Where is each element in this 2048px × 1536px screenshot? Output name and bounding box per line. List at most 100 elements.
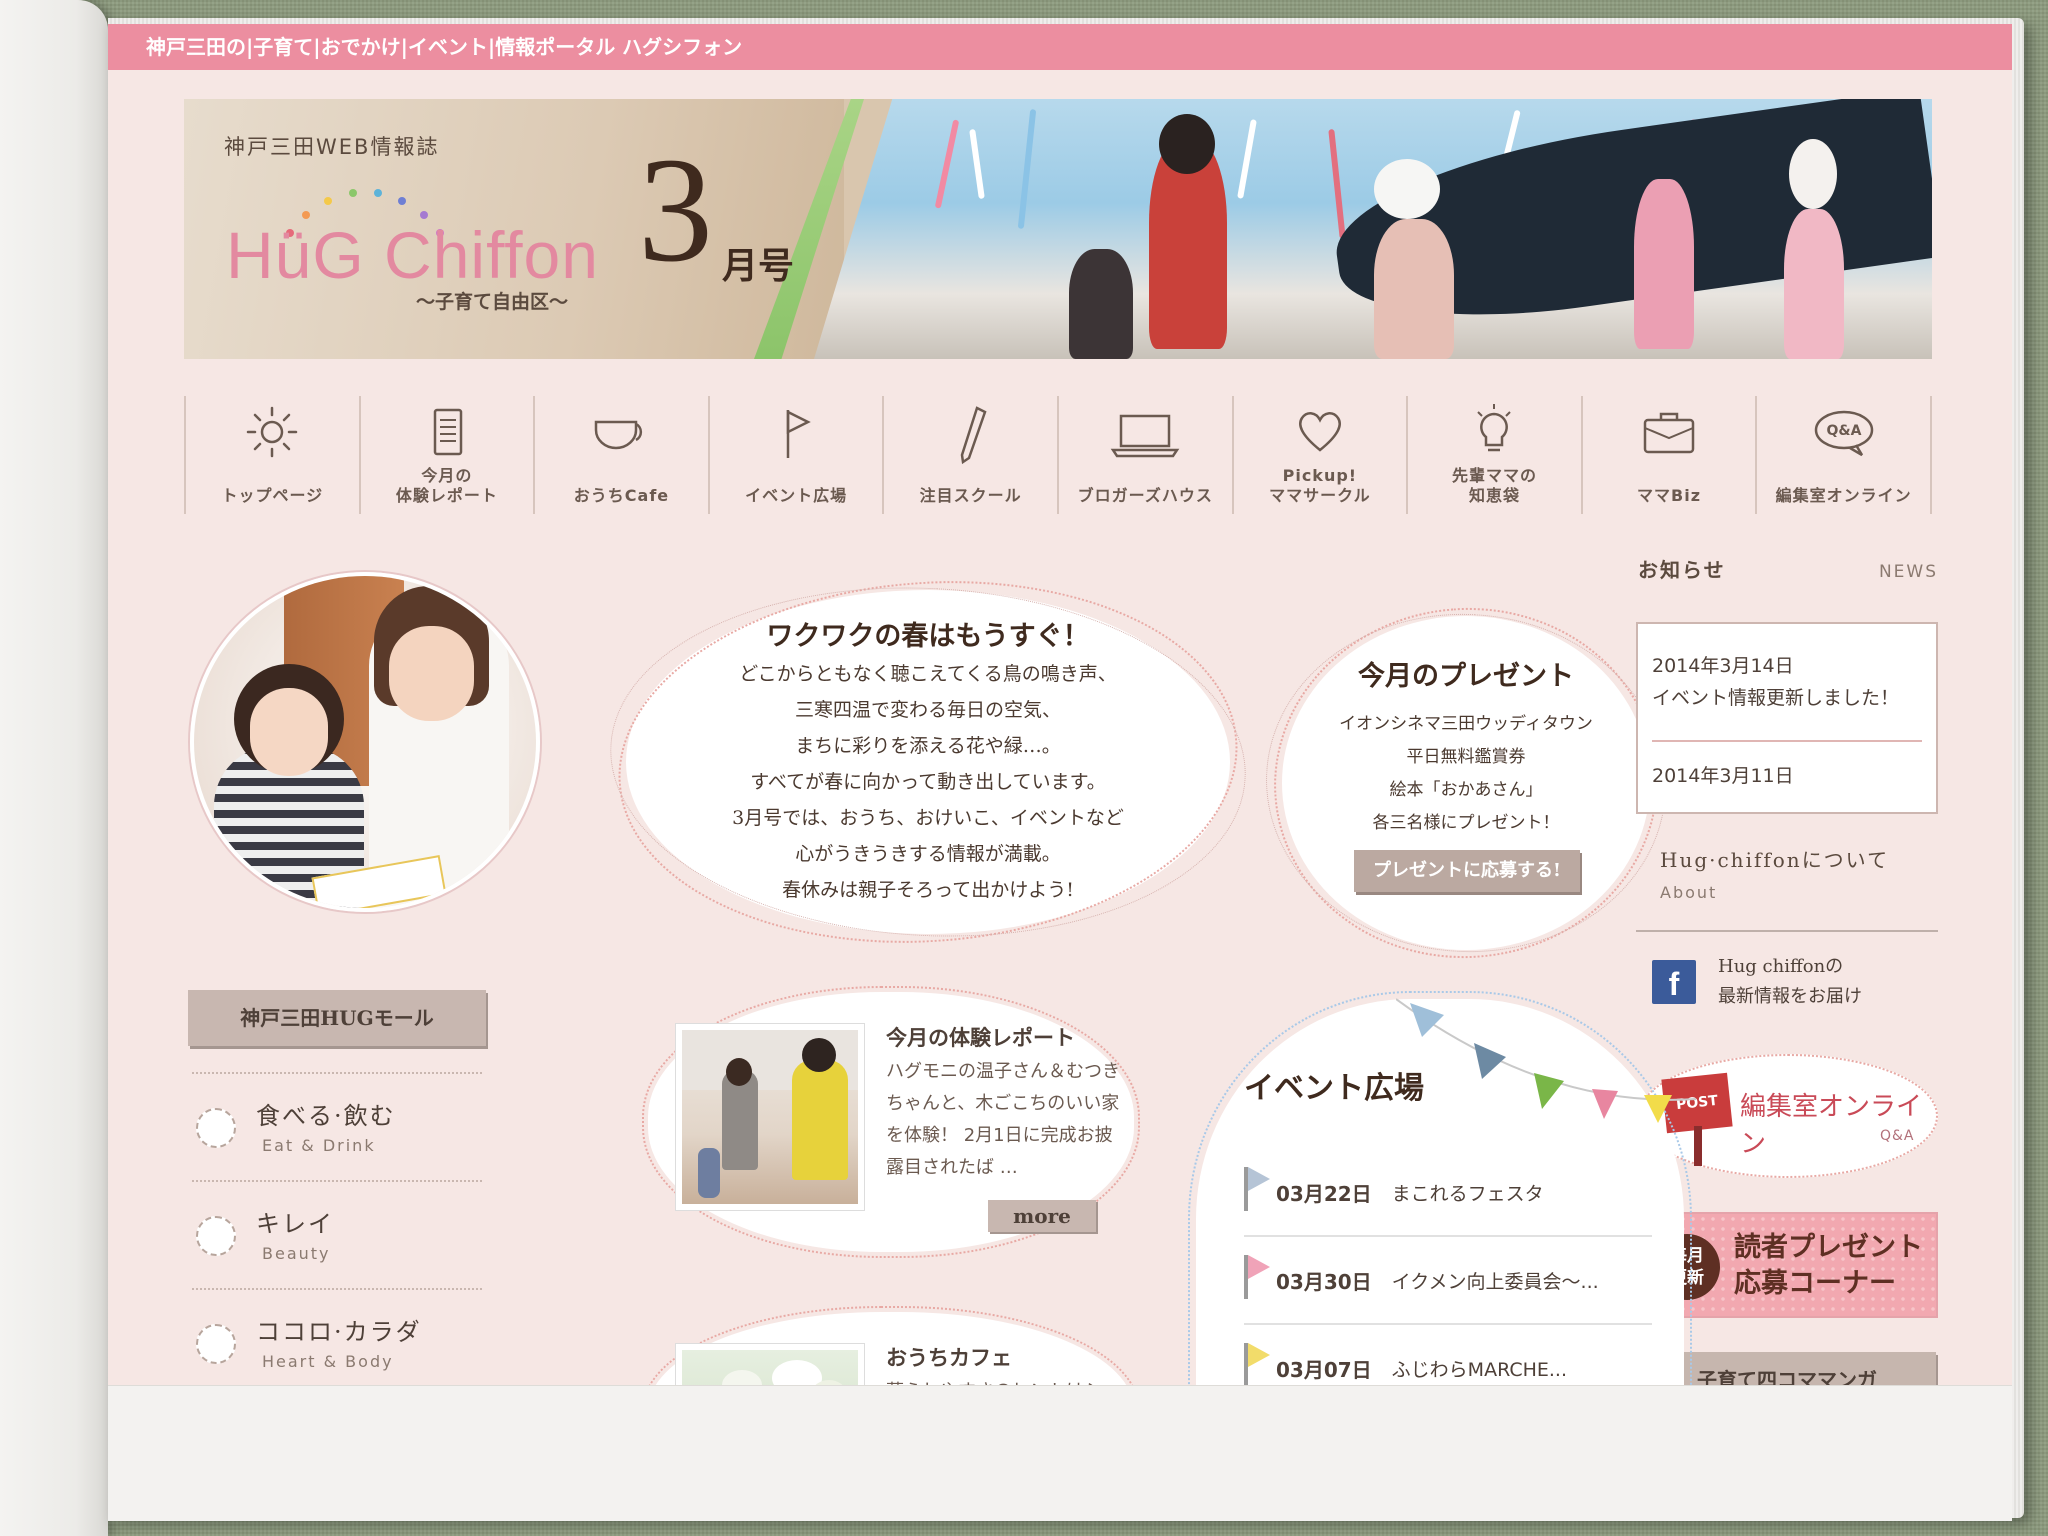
event-name[interactable]: ふじわらMARCHE... xyxy=(1392,1355,1567,1382)
nav-item-cafe[interactable]: おうちCafe xyxy=(533,396,708,514)
flag-icon xyxy=(786,409,811,458)
hero-title: ワクワクの春はもうすぐ！ xyxy=(766,621,1090,652)
event-item[interactable]: 03月07日 ふじわらMARCHE... xyxy=(1244,1325,1652,1385)
online-title: 編集室オンライン xyxy=(1740,1092,1923,1159)
present-title: 今月のプレゼント xyxy=(1358,661,1574,692)
mall-item-sublabel: Heart & Body xyxy=(262,1352,394,1371)
mall-item-label: 食べる·飲む xyxy=(256,1102,396,1130)
cafe-thumbnail[interactable] xyxy=(676,1344,864,1385)
news-date: 2014年3月11日 xyxy=(1652,765,1794,787)
briefcase-icon xyxy=(1643,412,1695,454)
mall-item-label: ココロ·カラダ xyxy=(256,1318,422,1346)
event-name[interactable]: まこれるフェスタ xyxy=(1392,1179,1544,1206)
bunting-icon xyxy=(1396,998,1696,1123)
hero-message: ワクワクの春はもうすぐ！ どこからともなく聴こえてくる鳥の鳴き声、 三寒四温で変… xyxy=(628,592,1228,932)
nav-item-circle[interactable]: Pickup! ママサークル xyxy=(1231,396,1407,514)
facebook-text: Hug chiffonの 最新情報をお届け xyxy=(1718,956,1862,1007)
event-name[interactable]: イクメン向上委員会〜... xyxy=(1392,1267,1599,1294)
nav-label: 編集室オンライン xyxy=(1775,486,1912,505)
nav-label: トップページ xyxy=(221,486,324,505)
report-excerpt: ハグモニの温子さん＆むつきちゃんと、木ごこちのいい家を体験！ 2月1日に完成お披… xyxy=(886,1061,1120,1178)
mall-header[interactable]: 神戸三田HUGモール xyxy=(188,990,486,1046)
report-thumbnail[interactable] xyxy=(676,1024,864,1210)
about-subtitle: About xyxy=(1660,883,1718,902)
laptop-icon xyxy=(1110,414,1180,458)
present-panel: 今月のプレゼント イオンシネマ三田ウッディタウン 平日無料鑑賞券 絵本「おかあさ… xyxy=(1284,618,1648,948)
web-page: 神戸三田の|子育て|おでかけ|イベント|情報ポータル ハグシフォン 神戸三田WE… xyxy=(108,24,2012,1385)
nav-label: ブロガーズハウス xyxy=(1077,486,1213,505)
nav-item-online[interactable]: Q&A 編集室オンライン xyxy=(1755,396,1932,514)
header-banner[interactable]: 神戸三田WEB情報誌 HüG Chiffon 〜子育て自由区〜 3 月号 xyxy=(184,99,1932,359)
news-header: お知らせ NEWS xyxy=(1638,554,1938,583)
event-flag-icon xyxy=(1244,1343,1270,1385)
event-item[interactable]: 03月22日 まこれるフェスタ xyxy=(1244,1149,1652,1237)
mall-item-eat[interactable]: 食べる·飲む Eat & Drink xyxy=(192,1072,482,1180)
reader-present-text: 読者プレゼント 応募コーナー xyxy=(1734,1232,1923,1299)
events-title[interactable]: イベント広場 xyxy=(1244,1063,1424,1107)
mall-item-heart[interactable]: ココロ·カラダ Heart & Body xyxy=(192,1288,482,1385)
event-date: 03月22日 xyxy=(1276,1181,1372,1206)
nav-item-mamabiz[interactable]: ママBiz xyxy=(1580,396,1756,514)
svg-text:Q&A: Q&A xyxy=(1826,423,1861,439)
news-title: お知らせ xyxy=(1638,558,1726,582)
cafe-title[interactable]: おうちカフェ xyxy=(886,1342,1012,1372)
event-flag-icon xyxy=(1244,1167,1270,1211)
nav-item-school[interactable]: 注目スクール xyxy=(882,396,1057,514)
magazine-subtitle: 神戸三田WEB情報誌 xyxy=(224,135,440,159)
news-text[interactable]: イベント情報更新しました！ xyxy=(1652,682,1922,714)
sidebar-divider xyxy=(1636,930,1938,932)
nav-label: おうちCafe xyxy=(573,486,670,505)
sun-icon xyxy=(247,406,298,458)
report-more-button[interactable]: more xyxy=(988,1200,1096,1232)
about-title: Hug·chiffonについて xyxy=(1660,848,1890,872)
event-date: 03月30日 xyxy=(1276,1269,1372,1294)
magazine-tagline: 〜子育て自由区〜 xyxy=(416,291,569,313)
nav-item-report[interactable]: 今月の 体験レポート xyxy=(358,396,534,514)
online-subtitle: Q&A xyxy=(1880,1128,1915,1144)
about-link[interactable]: Hug·chiffonについて About xyxy=(1660,844,1889,902)
nav-label: イベント広場 xyxy=(745,486,848,505)
pencil-icon xyxy=(960,406,987,465)
nav-item-wisdom[interactable]: 先輩ママの 知恵袋 xyxy=(1406,396,1581,514)
mall-item-beauty[interactable]: キレイ Beauty xyxy=(192,1180,482,1288)
heart-icon xyxy=(1298,412,1341,452)
site-topbar[interactable]: 神戸三田の|子育て|おでかけ|イベント|情報ポータル ハグシフォン xyxy=(108,24,2012,70)
news-list[interactable]: 2014年3月14日 イベント情報更新しました！ 2014年3月11日 xyxy=(1636,622,1938,814)
report-card[interactable]: 今月の体験レポート ハグモニの温子さん＆むつきちゃんと、木ごこちのいい家を体験！… xyxy=(642,986,1140,1258)
event-item[interactable]: 03月30日 イクメン向上委員会〜... xyxy=(1244,1237,1652,1325)
cafe-card[interactable]: おうちカフェ 暮らしやすさのヒントはシ xyxy=(642,1306,1140,1385)
lightbulb-icon xyxy=(1477,404,1512,452)
events-panel: イベント広場 03月22日 まこれるフェスタ 03月30日 イクメン向上委員会〜… xyxy=(1188,991,1696,1385)
nav-label: 注目スクール xyxy=(919,486,1022,505)
mall-bullet-icon xyxy=(196,1324,236,1364)
mall-bullet-icon xyxy=(196,1108,236,1148)
mall-item-label: キレイ xyxy=(256,1210,334,1238)
nav-item-bloggers[interactable]: ブロガーズハウス xyxy=(1056,396,1232,514)
issue-suffix: 月号 xyxy=(722,246,795,287)
news-divider xyxy=(1652,740,1922,742)
mall-item-sublabel: Beauty xyxy=(262,1244,331,1263)
nav-label: 先輩ママの 知恵袋 xyxy=(1451,466,1537,505)
cup-icon xyxy=(595,420,643,450)
nav-item-events[interactable]: イベント広場 xyxy=(707,396,883,514)
nav-label: Pickup! ママサークル xyxy=(1269,466,1371,505)
events-list: 03月22日 まこれるフェスタ 03月30日 イクメン向上委員会〜... 03月… xyxy=(1244,1149,1652,1385)
issue-number: 3 xyxy=(638,127,713,293)
document-icon xyxy=(433,408,463,456)
mall-item-sublabel: Eat & Drink xyxy=(262,1136,376,1155)
site-logo[interactable]: HüG Chiffon xyxy=(226,217,599,293)
report-title[interactable]: 今月の体験レポート xyxy=(886,1022,1075,1052)
hero-body: どこからともなく聴こえてくる鳥の鳴き声、 三寒四温で変わる毎日の空気、 まちに彩… xyxy=(732,663,1124,901)
book-left-page xyxy=(0,0,108,1536)
nav-label: ママBiz xyxy=(1637,486,1702,505)
news-date: 2014年3月14日 xyxy=(1652,655,1794,677)
banner-photo xyxy=(814,99,1932,359)
mall-bullet-icon xyxy=(196,1216,236,1256)
news-subtitle: NEWS xyxy=(1878,562,1938,582)
qa-bubble-icon: Q&A xyxy=(1814,410,1873,457)
nav-item-top[interactable]: トップページ xyxy=(184,396,359,514)
event-date: 03月07日 xyxy=(1276,1357,1372,1382)
cafe-excerpt: 暮らしやすさのヒントはシ xyxy=(886,1376,1122,1385)
present-apply-button[interactable]: プレゼントに応募する! xyxy=(1354,850,1580,892)
present-body: イオンシネマ三田ウッディタウン 平日無料鑑賞券 絵本「おかあさん」 各三名様にプ… xyxy=(1339,714,1593,833)
